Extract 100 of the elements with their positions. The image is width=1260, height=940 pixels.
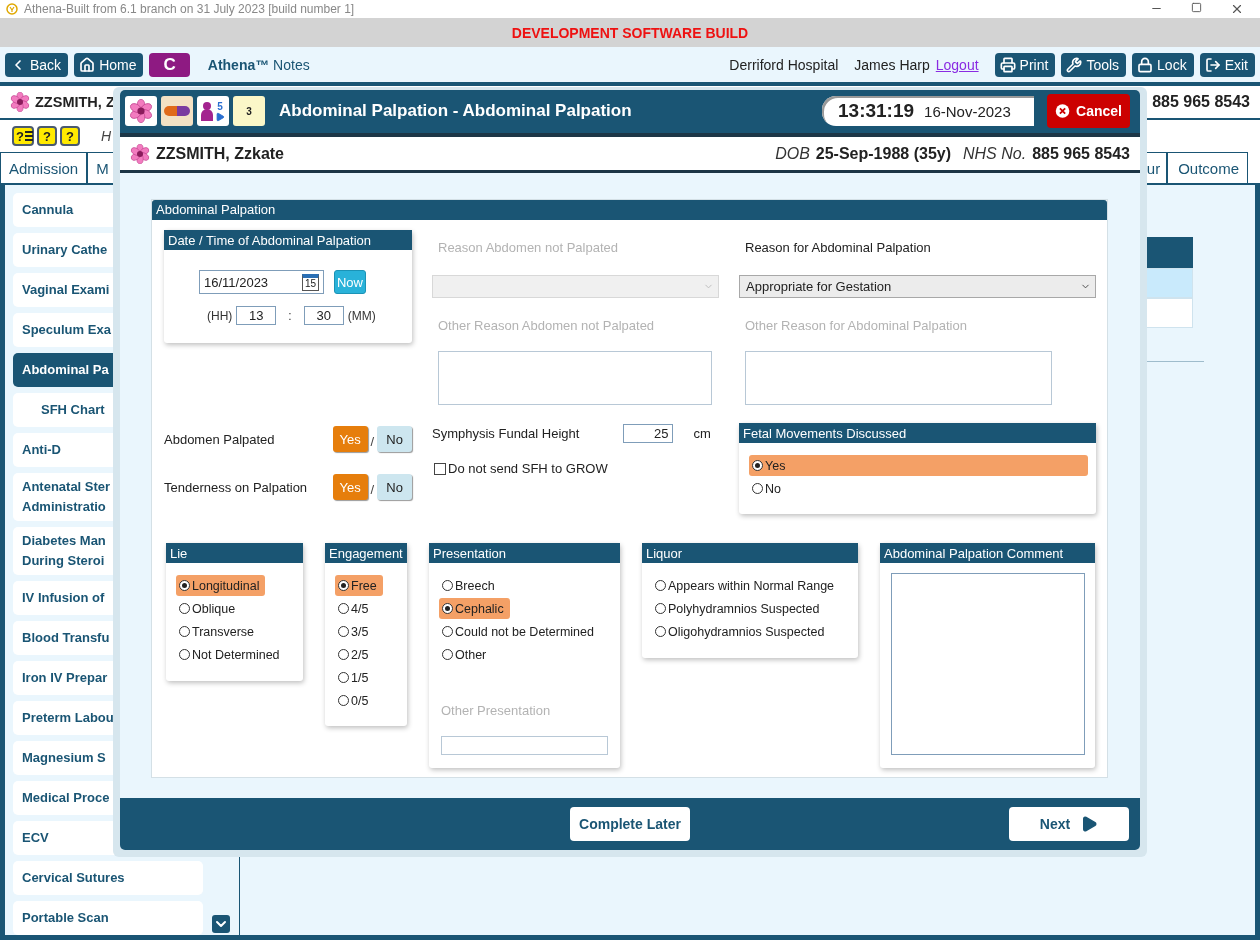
dialog-title: Abdominal Palpation - Abdominal Palpation — [279, 101, 632, 122]
cancel-button[interactable]: Cancel — [1047, 94, 1130, 129]
sidebar-item[interactable]: Cervical Sutures — [13, 861, 203, 895]
group-title: Presentation — [429, 543, 620, 564]
unit-label: cm — [693, 426, 711, 442]
separator-text: / — [370, 433, 375, 449]
dob-label: DOB — [775, 144, 810, 163]
home-button[interactable]: Home — [74, 52, 144, 77]
scroll-down-button[interactable] — [212, 915, 230, 933]
close-icon[interactable] — [1230, 2, 1244, 16]
group-title: Lie — [166, 543, 303, 564]
complete-later-button[interactable]: Complete Later — [570, 807, 690, 842]
tasks-button[interactable]: 5 — [197, 96, 229, 127]
radio-option[interactable]: Other — [439, 644, 493, 666]
tab[interactable]: Outcome — [1167, 152, 1248, 183]
flower-icon — [130, 143, 150, 164]
calendar-icon[interactable]: 15 — [302, 273, 319, 291]
sidebar-item[interactable]: Portable Scan — [13, 901, 203, 935]
app-name: Athena™ Notes — [207, 56, 310, 73]
section-title: Abdominal Palpation — [152, 200, 1107, 221]
dropdown[interactable] — [432, 275, 719, 299]
alert-icon[interactable]: ? — [12, 126, 34, 146]
alert-icon[interactable]: ? — [60, 126, 80, 146]
group-title: Fetal Movements Discussed — [739, 423, 1096, 444]
comment-text-area[interactable] — [891, 573, 1085, 756]
minutes-field[interactable]: 30 — [303, 306, 344, 326]
play-icon — [1080, 815, 1099, 834]
field-label: Other Presentation — [441, 703, 552, 719]
input-field[interactable] — [441, 736, 608, 756]
exit-icon — [1204, 56, 1221, 73]
window-title: Athena-Built from 6.1 branch on 31 July 2023 [build number 1] — [24, 2, 355, 16]
separator-text: / — [370, 481, 375, 497]
field-label: Other Reason Abdomen not Palpated — [437, 318, 656, 334]
medication-button[interactable] — [161, 96, 193, 127]
task-count: 5 — [217, 100, 223, 112]
radio-option[interactable]: Breech — [439, 575, 501, 597]
app-button[interactable]: C — [149, 52, 190, 77]
radio-option[interactable]: 0/5 — [335, 690, 375, 712]
next-button[interactable]: Next — [1009, 807, 1129, 842]
notes-button[interactable]: 3 — [233, 96, 265, 127]
minutes-label: (MM) — [347, 308, 376, 323]
print-button[interactable]: Print — [994, 52, 1056, 77]
nhs-number: 885 965 8543 — [1032, 144, 1130, 163]
radio-option[interactable]: Appears within Normal Range — [652, 575, 841, 597]
dropdown[interactable]: Appropriate for Gestation — [739, 275, 1096, 299]
user-name: James Harp — [854, 56, 930, 73]
radio-option[interactable]: No — [749, 478, 1088, 500]
hours-field[interactable]: 13 — [236, 306, 277, 326]
radio-option[interactable]: Polyhydramnios Suspected — [652, 598, 826, 620]
toggle-button[interactable]: No — [377, 474, 412, 501]
flower-button[interactable] — [125, 96, 157, 127]
number-field[interactable]: 25 — [623, 424, 674, 444]
wrench-icon — [1066, 56, 1083, 73]
flower-icon — [10, 92, 30, 112]
text-area[interactable] — [438, 351, 712, 406]
radio-option[interactable]: 3/5 — [335, 621, 375, 643]
back-button[interactable]: Back — [5, 52, 69, 77]
radio-option[interactable]: Longitudinal — [176, 575, 266, 597]
maximize-icon[interactable] — [1191, 2, 1202, 13]
radio-option[interactable]: Cephalic — [439, 598, 510, 620]
nhs-label: NHS No. — [963, 144, 1027, 163]
tab[interactable]: Admission — [0, 152, 88, 183]
checkbox[interactable]: Do not send SFH to GROW — [432, 461, 719, 477]
date-field[interactable]: 16/11/2023 15 — [199, 270, 324, 295]
radio-option[interactable]: Yes — [749, 455, 1088, 477]
field-label: Other Reason for Abdominal Palpation — [744, 318, 968, 334]
app-icon — [6, 3, 18, 15]
alert-text: H — [101, 128, 112, 144]
home-icon — [79, 56, 96, 73]
clock-date: 16-Nov-2023 — [924, 102, 1011, 120]
patient-name: ZZSMITH, Zzkate — [156, 144, 284, 163]
person-icon — [201, 101, 213, 122]
lock-button[interactable]: Lock — [1132, 52, 1194, 77]
lock-icon — [1137, 56, 1154, 73]
logout-link[interactable]: Logout — [935, 56, 979, 73]
radio-option[interactable]: 4/5 — [335, 598, 375, 620]
radio-option[interactable]: 1/5 — [335, 667, 375, 689]
group-title: Abdominal Palpation Comment — [880, 543, 1095, 564]
field-label: Reason for Abdominal Palpation — [744, 240, 932, 256]
exit-button[interactable]: Exit — [1199, 52, 1255, 77]
tools-button[interactable]: Tools — [1061, 52, 1127, 77]
group-title: Date / Time of Abdominal Palpation — [164, 230, 412, 251]
field-label: Symphysis Fundal Height — [432, 426, 580, 442]
radio-option[interactable]: Could not be Determined — [439, 621, 600, 643]
hospital-name: Derriford Hospital — [729, 56, 839, 73]
toggle-button[interactable]: No — [377, 426, 412, 453]
nhs-number: 885 965 8543 — [1152, 93, 1250, 111]
pill-icon — [164, 106, 190, 117]
play-icon — [215, 111, 225, 122]
flower-icon — [129, 99, 153, 124]
field-label: Reason Abdomen not Palpated — [437, 240, 619, 256]
radio-option[interactable]: Free — [335, 575, 383, 597]
hours-label: (HH) — [207, 308, 233, 323]
radio-option[interactable]: Oligohydramnios Suspected — [652, 621, 831, 643]
text-area[interactable] — [745, 351, 1052, 406]
date-value: 16/11/2023 — [204, 274, 269, 290]
dob-value: 25-Sep-1988 (35y) — [815, 144, 951, 163]
radio-option[interactable]: 2/5 — [335, 644, 375, 666]
alert-icon[interactable]: ? — [37, 126, 57, 146]
clock-time: 13:31:19 — [838, 100, 915, 123]
